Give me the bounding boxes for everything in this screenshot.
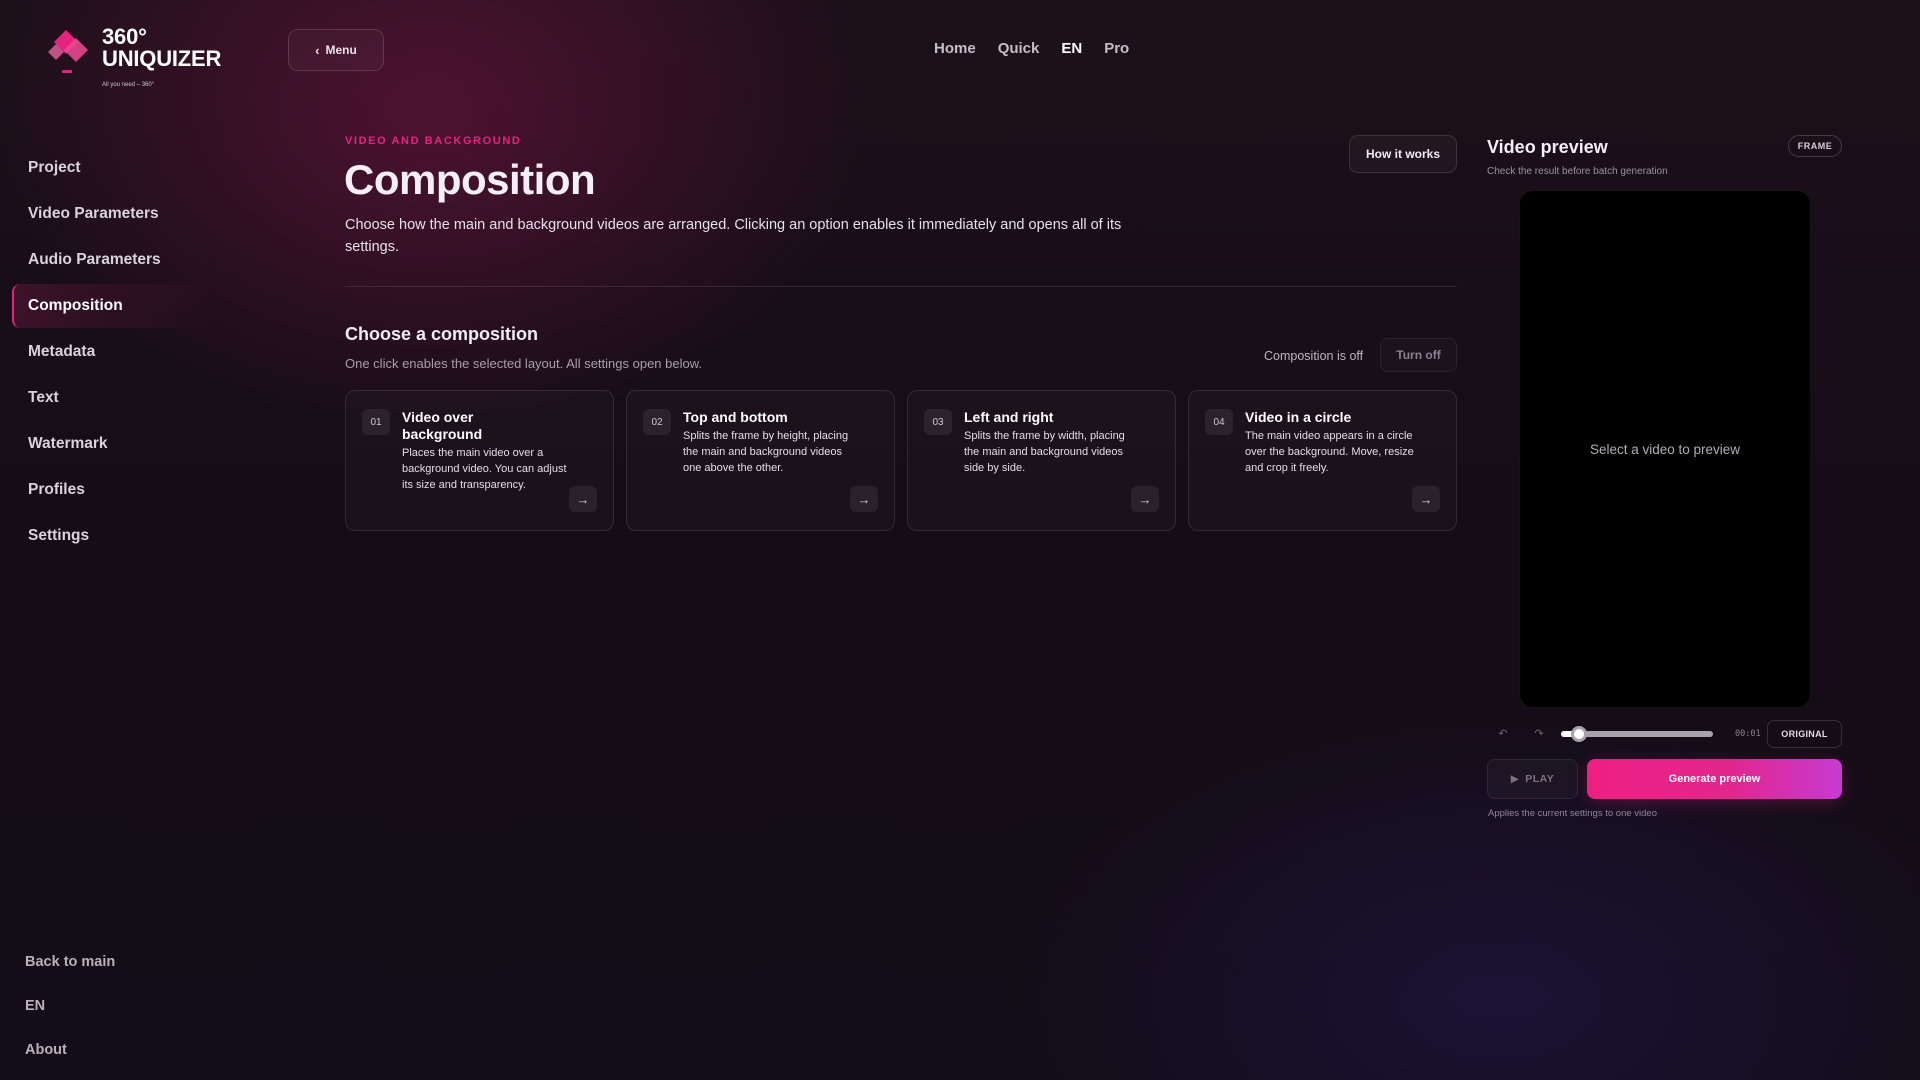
card-title: Left and right	[964, 409, 1054, 425]
sidebar-item-video-parameters[interactable]: Video Parameters	[12, 192, 212, 236]
sidebar-footer: Back to main EN About	[25, 940, 185, 1072]
arrow-right-icon[interactable]: →	[569, 486, 597, 512]
original-button[interactable]: ORIGINAL	[1767, 720, 1842, 748]
nav-pro[interactable]: Pro	[1104, 40, 1129, 57]
sidebar-item-profiles[interactable]: Profiles	[12, 468, 212, 512]
card-number: 01	[362, 409, 390, 435]
card-title: Video in a circle	[1245, 409, 1352, 425]
redo-icon[interactable]: ↷	[1525, 722, 1553, 744]
card-number: 02	[643, 409, 671, 435]
preview-subtitle: Check the result before batch generation	[1487, 166, 1668, 177]
nav-language[interactable]: EN	[1061, 40, 1082, 57]
card-description: Splits the frame by width, placing the m…	[964, 430, 1125, 474]
section-subtitle: One click enables the selected layout. A…	[345, 356, 702, 371]
composition-status: Composition is off	[1264, 349, 1364, 363]
preview-title: Video preview	[1487, 137, 1608, 157]
composition-options: 01 Video over background Places the main…	[345, 390, 1457, 531]
how-it-works-button[interactable]: How it works	[1349, 135, 1457, 173]
sidebar-item-composition[interactable]: Composition	[12, 284, 212, 328]
undo-icon[interactable]: ↶	[1489, 722, 1517, 744]
card-number: 04	[1205, 409, 1233, 435]
language-link[interactable]: EN	[25, 984, 185, 1028]
menu-button[interactable]: ‹ Menu	[288, 29, 384, 71]
card-description: Places the main video over a background …	[402, 447, 567, 491]
card-title: Top and bottom	[683, 409, 788, 425]
sidebar-item-audio-parameters[interactable]: Audio Parameters	[12, 238, 212, 282]
timeline-thumb[interactable]	[1571, 726, 1588, 742]
sidebar: Project Video Parameters Audio Parameter…	[12, 146, 212, 560]
nav-quick[interactable]: Quick	[998, 40, 1040, 57]
sidebar-item-settings[interactable]: Settings	[12, 514, 212, 558]
timeline-slider[interactable]	[1561, 726, 1713, 742]
card-description: The main video appears in a circle over …	[1245, 430, 1414, 474]
brand-logo[interactable]: 360° UNIQUIZER All you need – 360°	[46, 26, 226, 92]
turn-off-button[interactable]: Turn off	[1380, 338, 1457, 372]
composition-card-top-and-bottom[interactable]: 02 Top and bottom Splits the frame by he…	[626, 390, 895, 531]
menu-button-label: Menu	[325, 43, 357, 57]
arrow-right-icon[interactable]: →	[1131, 486, 1159, 512]
frame-badge[interactable]: FRAME	[1788, 135, 1842, 157]
sidebar-item-project[interactable]: Project	[12, 146, 212, 190]
section-eyebrow: VIDEO AND BACKGROUND	[345, 135, 522, 147]
divider	[345, 286, 1457, 287]
back-to-main-link[interactable]: Back to main	[25, 940, 185, 984]
timecode: 00:01	[1735, 729, 1761, 739]
sidebar-item-text[interactable]: Text	[12, 376, 212, 420]
brand-tagline: All you need – 360°	[102, 82, 155, 88]
page-description: Choose how the main and background video…	[345, 217, 1122, 255]
chevron-left-icon: ‹	[315, 42, 320, 58]
preview-placeholder: Select a video to preview	[1589, 441, 1741, 457]
sidebar-item-metadata[interactable]: Metadata	[12, 330, 212, 374]
card-title: Video over background	[402, 409, 483, 442]
generate-note: Applies the current settings to one vide…	[1488, 808, 1657, 819]
card-number: 03	[924, 409, 952, 435]
composition-card-video-over-background[interactable]: 01 Video over background Places the main…	[345, 390, 614, 531]
play-label: PLAY	[1525, 773, 1555, 785]
composition-card-video-in-circle[interactable]: 04 Video in a circle The main video appe…	[1188, 390, 1457, 531]
arrow-right-icon[interactable]: →	[1412, 486, 1440, 512]
sidebar-item-watermark[interactable]: Watermark	[12, 422, 212, 466]
card-description: Splits the frame by height, placing the …	[683, 430, 849, 474]
logo-mark-icon	[48, 30, 88, 73]
about-link[interactable]: About	[25, 1028, 185, 1072]
nav-home[interactable]: Home	[934, 40, 976, 57]
preview-screen[interactable]: Select a video to preview	[1519, 190, 1811, 708]
section-title: Choose a composition	[345, 324, 539, 344]
generate-preview-button[interactable]: Generate preview	[1587, 759, 1842, 799]
page-title: Composition	[344, 156, 596, 203]
composition-card-left-and-right[interactable]: 03 Left and right Splits the frame by wi…	[907, 390, 1176, 531]
play-button[interactable]: ▶ PLAY	[1487, 759, 1578, 799]
top-nav: Home Quick EN Pro	[934, 40, 1151, 57]
arrow-right-icon[interactable]: →	[850, 486, 878, 512]
brand-name: 360° UNIQUIZER	[102, 24, 222, 71]
play-icon: ▶	[1510, 773, 1520, 785]
